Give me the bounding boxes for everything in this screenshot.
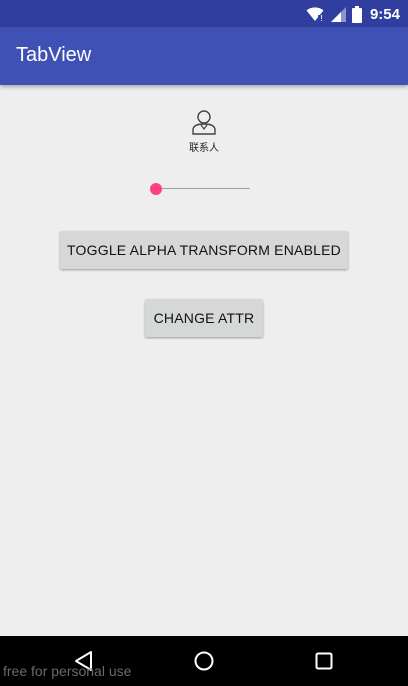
wifi-icon: ! (306, 7, 324, 22)
person-icon (192, 110, 216, 135)
app-bar: TabView (0, 27, 408, 85)
change-attr-button[interactable]: CHANGE ATTR (145, 299, 263, 337)
watermark-text: free for personal use (3, 663, 132, 679)
battery-icon (351, 5, 362, 23)
home-icon[interactable] (193, 650, 215, 672)
app-title: TabView (16, 44, 92, 66)
status-time: 9:54 (369, 5, 400, 23)
toggle-alpha-transform-label: TOGGLE ALPHA TRANSFORM ENABLED (67, 242, 341, 258)
alpha-slider[interactable] (150, 180, 252, 198)
tab-item-contacts[interactable]: 联系人 (0, 106, 408, 156)
tab-label: 联系人 (189, 143, 219, 154)
change-attr-label: CHANGE ATTR (153, 310, 255, 326)
signal-icon (330, 7, 346, 22)
toggle-alpha-transform-button[interactable]: TOGGLE ALPHA TRANSFORM ENABLED (60, 231, 348, 269)
recents-icon[interactable] (313, 650, 335, 672)
svg-text:!: ! (320, 14, 323, 22)
slider-track (156, 188, 250, 189)
status-icons: ! 9:54 (306, 4, 400, 24)
slider-thumb[interactable] (150, 183, 162, 195)
status-bar: ! 9:54 (0, 0, 408, 27)
